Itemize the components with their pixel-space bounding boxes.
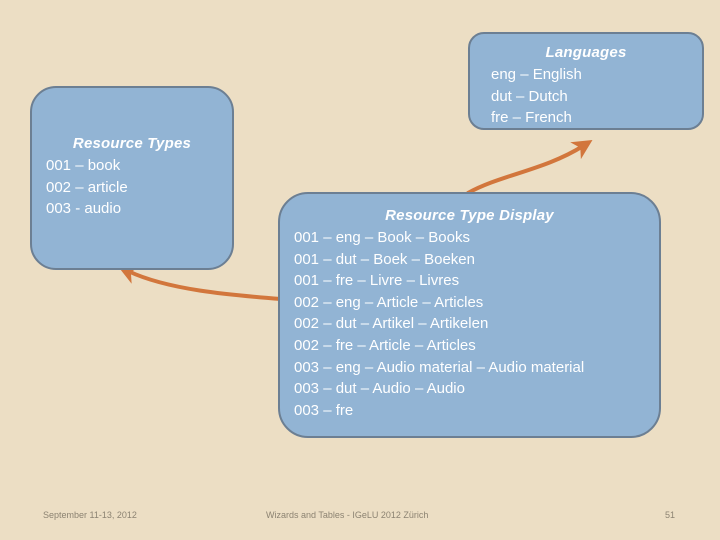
- resource-types-box: Resource Types 001 – book 002 – article …: [30, 86, 234, 270]
- languages-box-title: Languages: [545, 44, 627, 61]
- resource-type-display-box: Resource Type Display 001 – eng – Book –…: [278, 192, 661, 438]
- resource-types-line: 002 – article: [46, 178, 128, 196]
- languages-line: fre – French: [491, 109, 572, 126]
- slide-canvas: Languages eng – English dut – Dutch fre …: [0, 0, 720, 540]
- resource-type-display-box-title: Resource Type Display: [385, 207, 554, 224]
- resource-type-display-line: 002 – dut – Artikel – Artikelen: [294, 315, 489, 333]
- arrow-display-to-languages: [466, 140, 593, 195]
- footer-date: September 11-13, 2012: [43, 510, 137, 520]
- resource-types-box-title: Resource Types: [72, 135, 192, 152]
- resource-type-display-line: 003 – fre: [294, 401, 354, 419]
- resource-type-display-line: 003 – eng – Audio material – Audio mater…: [294, 358, 585, 376]
- languages-box: Languages eng – English dut – Dutch fre …: [468, 32, 704, 130]
- languages-box-lines: eng – English dut – Dutch fre – French: [470, 64, 702, 129]
- resource-types-line: 001 – book: [46, 157, 121, 174]
- resource-type-display-line: 002 – fre – Article – Articles: [294, 336, 476, 354]
- resource-type-display-line: 001 – fre – Livre – Livres: [294, 272, 460, 290]
- languages-line: dut – Dutch: [491, 87, 568, 105]
- languages-line: eng – English: [491, 66, 582, 83]
- resource-types-line: 003 - audio: [46, 200, 122, 217]
- resource-type-display-line: 003 – dut – Audio – Audio: [294, 380, 465, 398]
- resource-type-display-line: 001 – dut – Boek – Boeken: [294, 250, 475, 268]
- arrow-display-to-resource-types: [117, 265, 283, 301]
- resource-type-display-line: 002 – eng – Article – Articles: [294, 293, 484, 311]
- footer-page-number: 51: [665, 510, 676, 520]
- resource-type-display-line: 001 – eng – Book – Books: [294, 229, 470, 246]
- slide-footer: September 11-13, 2012 Wizards and Tables…: [0, 504, 720, 530]
- footer-title: Wizards and Tables - IGeLU 2012 Zürich: [266, 510, 429, 520]
- resource-type-display-box-lines: 001 – eng – Book – Books 001 – dut – Boe…: [280, 227, 659, 421]
- resource-types-box-lines: 001 – book 002 – article 003 - audio: [32, 155, 232, 220]
